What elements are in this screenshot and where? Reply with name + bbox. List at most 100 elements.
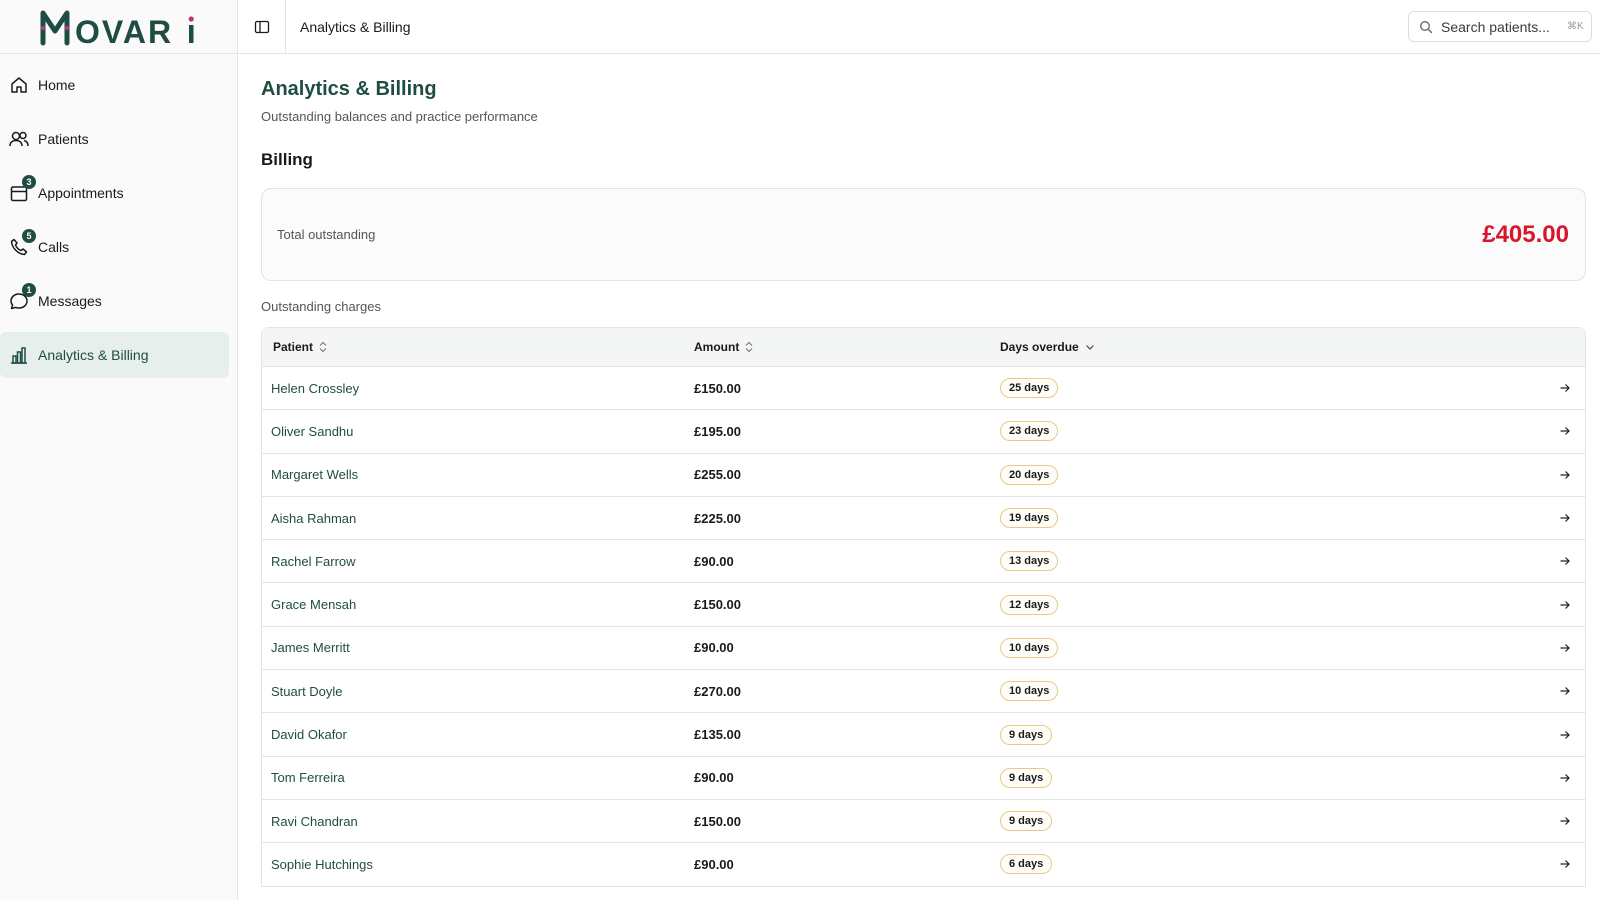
table-row[interactable]: David Okafor £135.00 9 days bbox=[262, 713, 1585, 757]
row-open-button[interactable] bbox=[1545, 729, 1585, 741]
search-input[interactable] bbox=[1441, 18, 1561, 35]
total-outstanding-card: Total outstanding £405.00 bbox=[261, 188, 1586, 281]
days-overdue-badge: 9 days bbox=[1000, 811, 1053, 832]
sidebar-item-home[interactable]: Home bbox=[0, 62, 229, 108]
row-open-button[interactable] bbox=[1545, 858, 1585, 870]
column-header-label: Amount bbox=[694, 340, 740, 354]
amount-value: £150.00 bbox=[694, 597, 741, 613]
column-header-label: Patient bbox=[273, 340, 314, 354]
row-open-button[interactable] bbox=[1545, 382, 1585, 394]
sidebar-item-patients[interactable]: Patients bbox=[0, 116, 229, 162]
patient-name-link[interactable]: Margaret Wells bbox=[262, 467, 694, 482]
amount-value: £90.00 bbox=[694, 553, 734, 569]
sidebar-toggle-button[interactable] bbox=[238, 0, 286, 54]
sort-icon bbox=[745, 341, 753, 353]
message-icon: 1 bbox=[8, 283, 36, 312]
movari-logo: OVAR bbox=[40, 10, 194, 47]
days-overdue-badge: 20 days bbox=[1000, 464, 1059, 485]
days-overdue-badge: 25 days bbox=[1000, 378, 1059, 399]
table-row[interactable]: James Merritt £90.00 10 days bbox=[262, 627, 1585, 671]
brand-logo[interactable]: OVAR bbox=[0, 0, 237, 54]
patient-name-link[interactable]: Helen Crossley bbox=[262, 381, 694, 396]
table-row[interactable]: Sophie Hutchings £90.00 6 days bbox=[262, 843, 1585, 887]
table-row[interactable]: Aisha Rahman £225.00 19 days bbox=[262, 497, 1585, 541]
days-overdue-badge: 10 days bbox=[1000, 681, 1059, 702]
days-overdue-cell: 9 days bbox=[1000, 767, 1545, 788]
row-open-button[interactable] bbox=[1545, 772, 1585, 784]
days-overdue-badge: 23 days bbox=[1000, 421, 1059, 442]
row-open-button[interactable] bbox=[1545, 815, 1585, 827]
section-title-billing: Billing bbox=[261, 150, 313, 169]
table-row[interactable]: Rachel Farrow £90.00 13 days bbox=[262, 540, 1585, 584]
days-overdue-cell: 23 days bbox=[1000, 421, 1545, 442]
patient-name-link[interactable]: Tom Ferreira bbox=[262, 770, 694, 785]
patient-name-link[interactable]: James Merritt bbox=[262, 640, 694, 655]
sidebar-item-label: Analytics & Billing bbox=[38, 347, 149, 363]
arrow-right-icon bbox=[1560, 860, 1570, 869]
patient-name-link[interactable]: Grace Mensah bbox=[262, 597, 694, 612]
amount-value: £225.00 bbox=[694, 510, 741, 526]
table-row[interactable]: Tom Ferreira £90.00 9 days bbox=[262, 757, 1585, 800]
sidebar-item-label: Patients bbox=[38, 131, 89, 147]
row-open-button[interactable] bbox=[1545, 642, 1585, 654]
days-overdue-cell: 6 days bbox=[1000, 854, 1545, 875]
days-overdue-cell: 10 days bbox=[1000, 681, 1545, 702]
patient-name-link[interactable]: Oliver Sandhu bbox=[262, 424, 694, 439]
column-header-patient[interactable]: Patient bbox=[262, 340, 694, 354]
search-box[interactable]: ⌘K bbox=[1408, 11, 1592, 42]
svg-text:OVAR: OVAR bbox=[75, 14, 173, 47]
column-header-days-overdue[interactable]: Days overdue bbox=[1000, 340, 1545, 354]
table-header: Patient Amount Days overdue bbox=[262, 328, 1585, 367]
patient-name-link[interactable]: Rachel Farrow bbox=[262, 554, 694, 569]
arrow-right-icon bbox=[1560, 773, 1570, 782]
amount-value: £255.00 bbox=[694, 467, 741, 483]
outstanding-charges-table: Patient Amount Days overdue Helen Crossl… bbox=[261, 327, 1586, 887]
days-overdue-cell: 25 days bbox=[1000, 378, 1545, 399]
arrow-right-icon bbox=[1560, 384, 1570, 393]
sidebar-item-appointments[interactable]: 3 Appointments bbox=[0, 170, 229, 216]
sidebar-item-analytics-billing[interactable]: Analytics & Billing bbox=[0, 332, 229, 378]
sidebar-item-label: Appointments bbox=[38, 185, 124, 201]
notification-badge: 5 bbox=[22, 229, 36, 243]
days-overdue-cell: 12 days bbox=[1000, 594, 1545, 615]
sidebar: OVAR Home Patients 3 Appointments 5 Call… bbox=[0, 0, 238, 900]
search-icon bbox=[1419, 20, 1433, 33]
arrow-right-icon bbox=[1560, 470, 1570, 479]
days-overdue-badge: 13 days bbox=[1000, 551, 1059, 572]
notification-badge: 1 bbox=[22, 283, 36, 297]
row-open-button[interactable] bbox=[1545, 599, 1585, 611]
patient-name-link[interactable]: Ravi Chandran bbox=[262, 814, 694, 829]
total-outstanding-label: Total outstanding bbox=[277, 227, 376, 242]
table-row[interactable]: Helen Crossley £150.00 25 days bbox=[262, 367, 1585, 411]
arrow-right-icon bbox=[1560, 817, 1570, 826]
row-open-button[interactable] bbox=[1545, 469, 1585, 481]
sidebar-item-label: Calls bbox=[38, 239, 70, 255]
days-overdue-badge: 12 days bbox=[1000, 594, 1059, 615]
patient-name-link[interactable]: Sophie Hutchings bbox=[262, 857, 694, 872]
table-row[interactable]: Stuart Doyle £270.00 10 days bbox=[262, 670, 1585, 714]
sidebar-item-calls[interactable]: 5 Calls bbox=[0, 224, 229, 270]
arrow-right-icon bbox=[1560, 687, 1570, 696]
arrow-right-icon bbox=[1560, 557, 1570, 566]
patient-name-link[interactable]: David Okafor bbox=[262, 727, 694, 742]
patient-name-link[interactable]: Stuart Doyle bbox=[262, 684, 694, 699]
row-open-button[interactable] bbox=[1545, 425, 1585, 437]
topbar: Analytics & Billing ⌘K bbox=[238, 0, 1600, 54]
sidebar-item-messages[interactable]: 1 Messages bbox=[0, 278, 229, 324]
row-open-button[interactable] bbox=[1545, 512, 1585, 524]
column-header-amount[interactable]: Amount bbox=[694, 340, 1000, 354]
row-open-button[interactable] bbox=[1545, 555, 1585, 567]
row-open-button[interactable] bbox=[1545, 685, 1585, 697]
arrow-right-icon bbox=[1560, 600, 1570, 609]
main-content: Analytics & Billing ⌘K Analytics & Billi… bbox=[238, 0, 1600, 900]
bar-chart-icon bbox=[8, 344, 30, 366]
table-row[interactable]: Oliver Sandhu £195.00 23 days bbox=[262, 410, 1585, 454]
page-subtitle: Outstanding balances and practice perfor… bbox=[261, 109, 538, 124]
patient-name-link[interactable]: Aisha Rahman bbox=[262, 511, 694, 526]
table-row[interactable]: Grace Mensah £150.00 12 days bbox=[262, 583, 1585, 627]
days-overdue-cell: 19 days bbox=[1000, 508, 1545, 529]
table-row[interactable]: Margaret Wells £255.00 20 days bbox=[262, 454, 1585, 497]
table-row[interactable]: Ravi Chandran £150.00 9 days bbox=[262, 800, 1585, 844]
arrow-right-icon bbox=[1560, 643, 1570, 652]
users-icon bbox=[8, 128, 30, 150]
